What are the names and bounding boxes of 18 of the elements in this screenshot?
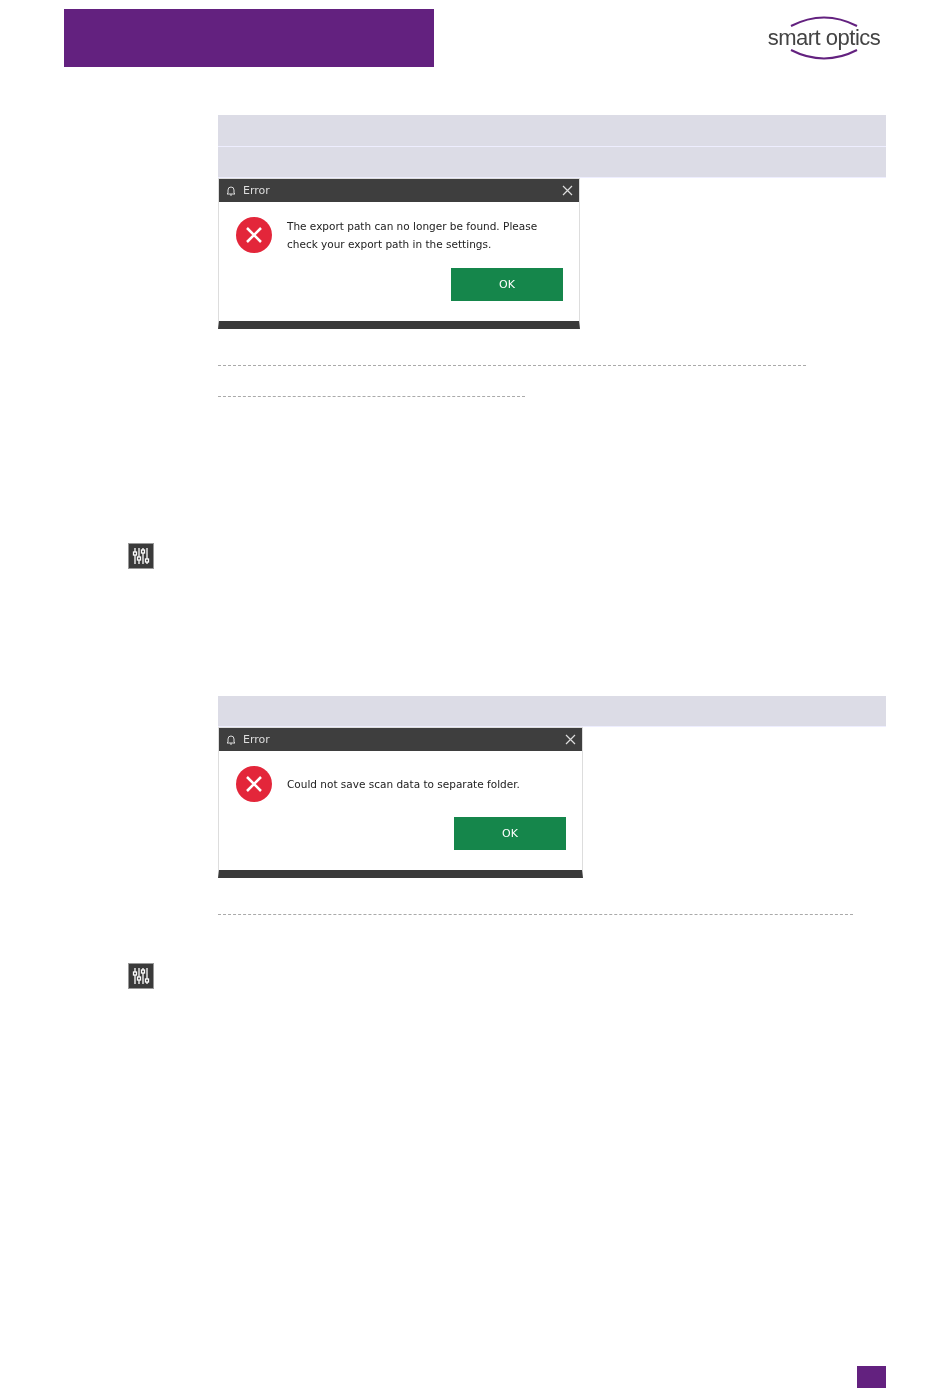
bell-icon [225, 184, 237, 197]
logo-text: smart optics [767, 27, 881, 49]
bell-icon [225, 733, 237, 746]
error-message: Could not save scan data to separate folder. [287, 777, 521, 792]
page-marker [857, 1366, 886, 1388]
settings-icon [128, 963, 154, 989]
logo-arc-icon [789, 15, 859, 27]
settings-icon [128, 543, 154, 569]
dialog-title: Error [243, 733, 271, 746]
error-message: The export path can no longer be found. Please check your export path in the settings. [287, 219, 539, 252]
close-icon[interactable] [565, 734, 576, 745]
logo-arc-icon [789, 49, 859, 61]
error-icon [235, 765, 273, 803]
dialog-title: Error [243, 184, 271, 197]
error-icon [235, 216, 273, 254]
close-icon[interactable] [562, 185, 573, 196]
ok-button[interactable]: OK [454, 817, 566, 850]
ok-button[interactable]: OK [451, 268, 563, 301]
